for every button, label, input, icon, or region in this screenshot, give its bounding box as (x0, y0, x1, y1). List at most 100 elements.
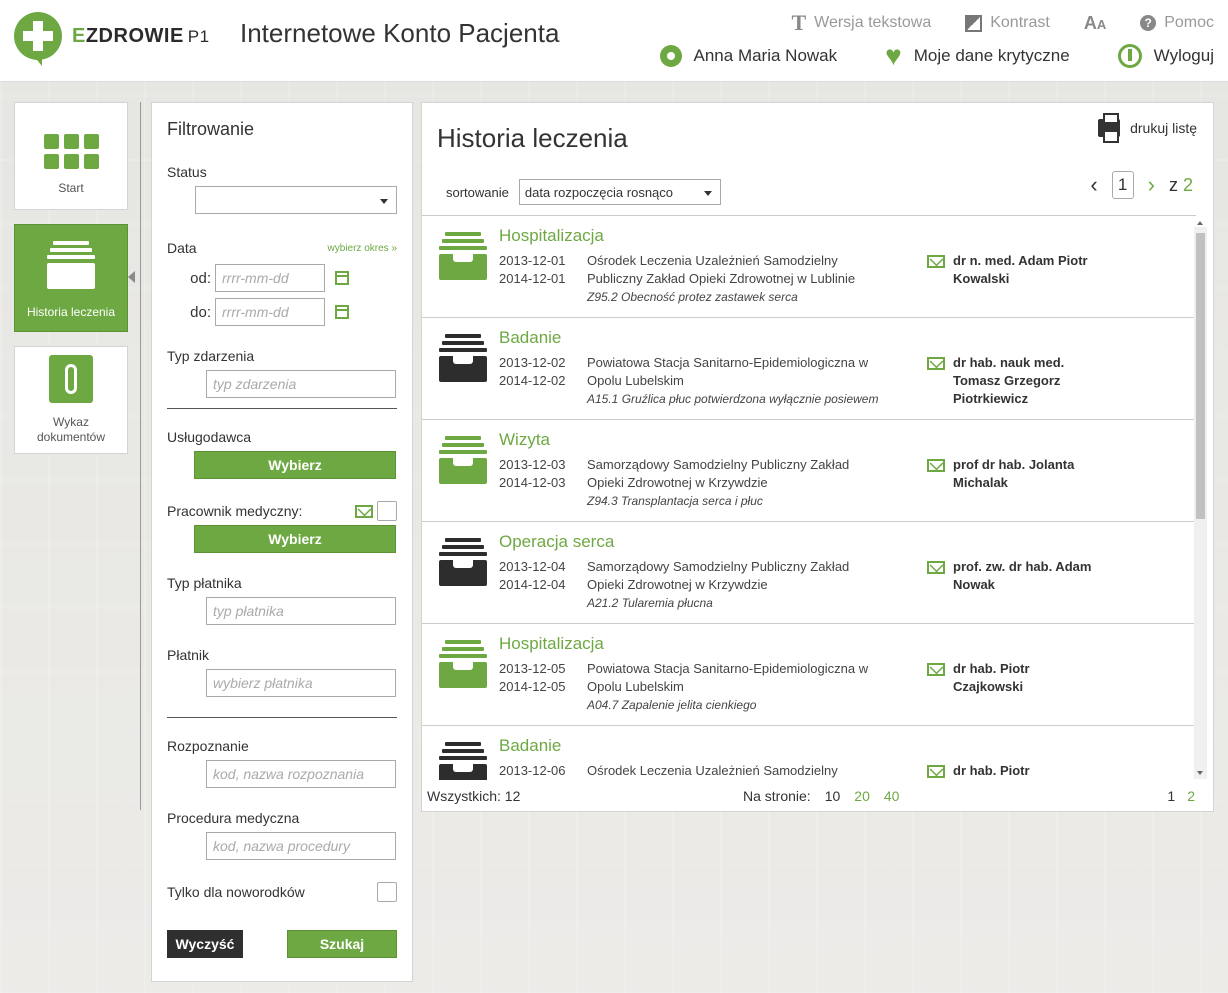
per-page-20[interactable]: 20 (854, 788, 870, 804)
provider-name: Samorządowy Samodzielny Publiczny Zakład… (587, 457, 850, 490)
medical-worker-label: Pracownik medyczny: (167, 503, 303, 519)
logo-cross-icon (14, 12, 62, 66)
filter-panel: Filtrowanie Status Data wybierz okres » … (151, 102, 413, 982)
history-row[interactable]: Hospitalizacja 2013-12-05 2014-12-05 Pow… (422, 624, 1196, 726)
status-select[interactable] (195, 186, 397, 214)
prev-page-icon[interactable]: ‹ (1090, 172, 1097, 198)
envelope-icon[interactable] (927, 357, 945, 370)
end-date: 2014-12-02 (499, 373, 566, 388)
choose-provider-button[interactable]: Wybierz (194, 451, 396, 479)
event-dates: 2013-12-02 2014-12-02 (499, 354, 566, 390)
paperclip-icon (49, 355, 93, 403)
user-links: Anna Maria Nowak ♥ Moje dane krytyczne W… (659, 42, 1214, 70)
payer-type-label: Typ płatnika (167, 575, 242, 591)
date-range-link[interactable]: wybierz okres » (328, 243, 397, 254)
scroll-thumb[interactable] (1196, 233, 1205, 519)
history-row[interactable]: Badanie 2013-12-02 2014-12-02 Powiatowa … (422, 318, 1196, 420)
history-row[interactable]: Wizyta 2013-12-03 2014-12-03 Samorządowy… (422, 420, 1196, 522)
procedure-input[interactable]: kod, nazwa procedury (206, 832, 396, 860)
contrast-link[interactable]: Kontrast (965, 10, 1050, 36)
logout-link[interactable]: Wyloguj (1117, 44, 1214, 68)
event-type-link[interactable]: Badanie (499, 736, 561, 756)
choose-medical-worker-button[interactable]: Wybierz (194, 525, 396, 553)
nav-start[interactable]: Start (14, 102, 128, 210)
printer-icon (1098, 113, 1121, 143)
per-page-40[interactable]: 40 (884, 788, 900, 804)
diagnosis-input[interactable]: kod, nazwa rozpoznania (206, 760, 396, 788)
payer-type-input[interactable]: typ płatnika (206, 597, 396, 625)
event-place: Ośrodek Leczenia Uzależnień Samodzielny … (587, 252, 887, 306)
diagnosis: Z95.2 Obecność protez zastawek serca (587, 290, 798, 304)
payer-input[interactable]: wybierz płatnika (206, 669, 396, 697)
envelope-icon (355, 504, 373, 518)
page-link-1[interactable]: 1 (1167, 788, 1175, 804)
scroll-up-icon[interactable] (1197, 221, 1203, 225)
newborn-checkbox[interactable] (377, 882, 397, 902)
logo-text: EZDROWIE P1 (72, 24, 210, 47)
provider-name: Powiatowa Stacja Sanitarno-Epidemiologic… (587, 355, 869, 388)
event-type-link[interactable]: Hospitalizacja (499, 226, 604, 246)
power-icon (1117, 44, 1142, 68)
logo[interactable]: EZDROWIE P1 (14, 12, 210, 66)
history-row[interactable]: Operacja serca 2013-12-04 2014-12-04 Sam… (422, 522, 1196, 624)
help-link[interactable]: ? Pomoc (1140, 10, 1214, 36)
medical-worker-checkbox[interactable] (377, 501, 397, 521)
search-button[interactable]: Szukaj (287, 930, 397, 958)
doctor-name: prof. zw. dr hab. Adam Nowak (953, 559, 1092, 592)
event-type-link[interactable]: Hospitalizacja (499, 634, 604, 654)
diagnosis: A21.2 Tularemia płucna (587, 596, 713, 610)
calendar-icon[interactable] (335, 305, 349, 319)
scrollbar[interactable] (1194, 221, 1207, 779)
envelope-icon[interactable] (927, 561, 945, 574)
calendar-icon[interactable] (335, 271, 349, 285)
envelope-icon[interactable] (927, 765, 945, 778)
envelope-icon[interactable] (927, 255, 945, 268)
gear-icon (659, 45, 682, 67)
sort-select[interactable]: data rozpoczęcia rosnąco (518, 179, 721, 205)
newborn-label: Tylko dla noworodków (167, 884, 305, 900)
help-icon: ? (1140, 15, 1157, 31)
event-type-link[interactable]: Operacja serca (499, 532, 614, 552)
per-page-10[interactable]: 10 (825, 788, 841, 804)
page-link-2[interactable]: 2 (1187, 788, 1195, 804)
user-settings-link[interactable]: Anna Maria Nowak (659, 44, 837, 68)
envelope-icon[interactable] (927, 459, 945, 472)
clear-button[interactable]: Wyczyść (167, 930, 243, 958)
page-input[interactable]: 1 (1111, 171, 1134, 199)
end-date: 2014-12-03 (499, 475, 566, 490)
date-from-input[interactable]: rrrr-mm-dd (215, 264, 325, 292)
nav-history[interactable]: Historia leczenia (14, 224, 135, 332)
critical-data-link[interactable]: ♥ Moje dane krytyczne (885, 42, 1070, 70)
provider-name: Samorządowy Samodzielny Publiczny Zakład… (587, 559, 850, 592)
event-place: Ośrodek Leczenia Uzależnień Samodzielny (587, 762, 887, 780)
provider-name: Ośrodek Leczenia Uzależnień Samodzielny (587, 763, 838, 778)
history-row[interactable]: Badanie 2013-12-06 Ośrodek Leczenia Uzal… (422, 726, 1196, 780)
doctor: dr hab. Piotr Czajkowski (927, 660, 1093, 696)
nav-documents[interactable]: Wykaz dokumentów (14, 346, 128, 454)
event-dates: 2013-12-05 2014-12-05 (499, 660, 566, 696)
scroll-down-icon[interactable] (1197, 771, 1203, 775)
tray-icon (439, 742, 487, 780)
event-dates: 2013-12-01 2014-12-01 (499, 252, 566, 288)
print-list-button[interactable]: drukuj listę (1098, 113, 1197, 143)
next-page-icon[interactable]: › (1148, 172, 1155, 198)
font-size-link[interactable]: AA (1084, 10, 1106, 36)
event-type-input[interactable]: typ zdarzenia (206, 370, 396, 398)
date-to-label: do: (190, 303, 211, 321)
event-type-link[interactable]: Wizyta (499, 430, 550, 450)
side-nav: Start Historia leczenia Wykaz dokumentów (14, 102, 135, 468)
date-to-input[interactable]: rrrr-mm-dd (215, 298, 325, 326)
history-row[interactable]: Hospitalizacja 2013-12-01 2014-12-01 Ośr… (422, 216, 1196, 318)
grid-icon (43, 134, 99, 169)
text-version-link[interactable]: T Wersja tekstowa (791, 10, 931, 36)
app-title: Internetowe Konto Pacjenta (240, 18, 560, 48)
event-type-label: Typ zdarzenia (167, 348, 255, 364)
start-date: 2013-12-01 (499, 253, 566, 268)
diagnosis: Z94.3 Transplantacja serca i płuc (587, 494, 763, 508)
provider-name: Ośrodek Leczenia Uzależnień Samodzielny … (587, 253, 856, 286)
page-of-label: z 2 (1168, 174, 1193, 195)
page-links: 1 2 (1167, 788, 1195, 804)
envelope-icon[interactable] (927, 663, 945, 676)
doctor-name: dr hab. Piotr (953, 763, 1030, 778)
event-type-link[interactable]: Badanie (499, 328, 561, 348)
